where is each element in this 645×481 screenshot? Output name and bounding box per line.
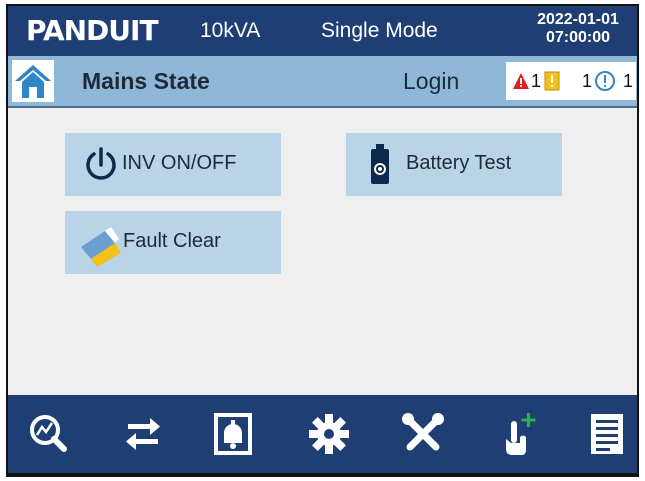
inv-onoff-button[interactable]: INV ON/OFF: [65, 133, 281, 196]
info-alarm-count: 1: [623, 71, 634, 91]
battery-icon: [371, 144, 389, 184]
date-text: 2022-01-01: [537, 11, 619, 28]
alarm-bell-icon: [214, 413, 252, 455]
bottom-dock: [8, 395, 637, 473]
battery-test-button[interactable]: Battery Test: [346, 133, 562, 196]
dock-settings-button[interactable]: [304, 409, 354, 459]
system-state: Mains State: [82, 68, 210, 94]
minor-alarm-count: 1: [582, 71, 593, 91]
main-panel: INV ON/OFF Battery Test Fault Clear: [8, 108, 637, 395]
dock-log-button[interactable]: [582, 409, 632, 459]
critical-alarm-count: 1: [531, 71, 542, 91]
status-bar: Mains State Login 1 1 1: [8, 56, 637, 108]
eraser-icon: [81, 227, 121, 267]
transfer-arrows-icon: [126, 418, 160, 450]
power-rating: 10kVA: [200, 19, 261, 42]
gear-icon: [309, 414, 349, 454]
datetime: 2022-01-01 07:00:00: [528, 11, 628, 47]
touch-hand-icon: [506, 413, 536, 455]
operating-mode: Single Mode: [321, 19, 438, 42]
inv-onoff-label: INV ON/OFF: [122, 152, 237, 174]
power-icon: [86, 147, 116, 180]
home-button[interactable]: [12, 60, 54, 102]
fault-clear-button[interactable]: Fault Clear: [65, 211, 281, 274]
dock-transfer-button[interactable]: [118, 409, 168, 459]
time-text: 07:00:00: [545, 29, 611, 46]
log-list-icon: [591, 414, 623, 454]
dock-touch-button[interactable]: [492, 409, 542, 459]
battery-test-label: Battery Test: [406, 152, 512, 174]
critical-alarm-icon: [513, 73, 529, 89]
alarm-summary[interactable]: 1 1 1: [506, 62, 636, 100]
login-button[interactable]: Login: [403, 68, 459, 95]
minor-alarm-icon: [544, 71, 560, 91]
dock-alarm-button[interactable]: [208, 409, 258, 459]
tools-icon: [402, 413, 444, 451]
search-icon: [30, 415, 67, 452]
home-icon: [15, 65, 51, 98]
info-alarm-icon: [595, 71, 615, 91]
brand-logo: PANDUIT: [26, 14, 159, 47]
dock-search-button[interactable]: [24, 409, 74, 459]
fault-clear-label: Fault Clear: [123, 230, 221, 252]
title-bar: PANDUIT 10kVA Single Mode 2022-01-01 07:…: [8, 6, 637, 56]
dock-tools-button[interactable]: [398, 409, 448, 459]
